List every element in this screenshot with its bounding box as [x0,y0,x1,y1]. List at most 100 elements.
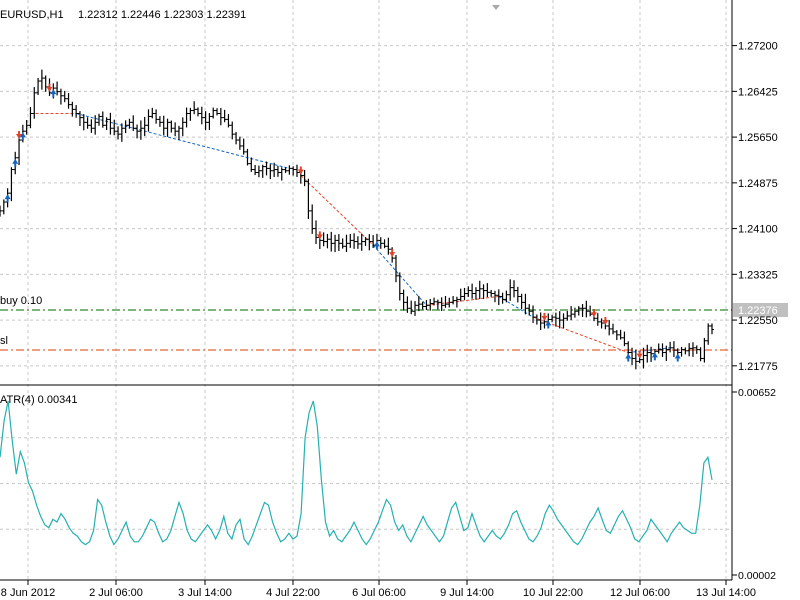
sell-arrow-icon[interactable] [389,252,396,258]
buy-arrow-icon[interactable] [651,352,658,358]
price-bar [211,107,216,119]
atr-line [0,400,713,546]
price-bar [325,233,330,249]
price-bar [253,164,258,176]
price-bar [473,287,478,300]
price-bar [489,289,494,297]
sell-arrow-icon [48,83,51,87]
price-bar [66,93,71,109]
price-tick-label: 1.22550 [738,315,778,327]
price-bar [519,293,524,310]
price-bar [584,300,589,318]
buy-arrow-icon[interactable] [4,194,11,200]
atr-title: ATR(4) 0.00341 [0,394,77,406]
price-bar [462,287,467,301]
price-bar [104,117,109,130]
price-bar [176,125,181,140]
price-bar [146,109,151,132]
buy-arrow-icon[interactable] [12,158,19,164]
sell-arrow-icon [604,316,607,320]
price-bar [85,117,90,129]
price-bar [348,233,353,248]
price-bar [363,237,368,246]
price-tick-label: 1.24100 [738,224,778,236]
time-tick-label: 12 Jul 06:00 [610,587,670,599]
price-tick-label: 1.25650 [738,132,778,144]
buy-arrow-icon [21,137,24,141]
price-bar [477,280,482,300]
price-tick-label: 1.23325 [738,269,778,281]
price-bar [706,323,711,345]
atr-tick-label: 0.00002 [738,570,776,582]
sell-arrow-icon [391,249,394,253]
price-bar [264,161,269,176]
price-bar [523,293,528,315]
price-bar [93,115,98,135]
price-bar [439,297,444,312]
price-bar [485,283,490,298]
buy-arrow-icon[interactable] [545,320,552,326]
price-bar [28,106,33,129]
price-bar [43,75,48,92]
price-bar [409,300,414,315]
chart[interactable]: buy 0.10sl1.22376 EURUSD,H1 1.22312 1.22… [0,0,800,600]
price-bar [588,305,593,317]
buy-arrow-icon [627,358,630,362]
price-bar [576,306,581,316]
price-bar [222,109,227,123]
sell-arrow-icon [299,166,302,170]
price-tick-label: 1.21775 [738,361,778,373]
trade-lines [30,112,671,354]
sell-arrow-icon[interactable] [297,169,304,175]
price-tick-label: 1.27200 [738,41,778,53]
price-bar [512,280,517,298]
price-bar [0,205,2,217]
time-tick-label: 8 Jun 2012 [1,587,55,599]
buy-arrow-icon[interactable] [625,353,632,359]
price-bar [39,69,44,90]
price-bar [340,238,345,249]
atr-axis: 0.00652 0.00002 [732,387,776,582]
shift-marker-icon[interactable] [492,5,500,10]
price-bar [36,78,41,95]
price-bar [89,119,94,133]
sell-arrow-icon [18,131,21,135]
price-bar [302,169,307,187]
sell-arrow-icon[interactable] [316,234,323,240]
price-bar [607,320,612,336]
time-axis: 8 Jun 2012 2 Jul 06:00 3 Jul 14:00 4 Jul 22… [1,580,756,599]
buy-arrow-icon [547,325,550,329]
buy-arrow-icon[interactable] [674,353,681,359]
atr-tick-label: 0.00652 [738,387,776,399]
atr-series-line [0,400,713,546]
price-bar [188,107,193,121]
price-bar [9,167,14,202]
price-bar [310,204,315,234]
sell-arrow-icon[interactable] [636,353,643,359]
price-bar [268,164,273,180]
time-tick-label: 9 Jul 14:00 [440,587,494,599]
price-bar [683,347,688,355]
sell-arrow-icon[interactable] [46,86,53,92]
buy-arrow-icon [52,94,55,98]
price-bar [207,113,212,130]
price-bar [279,167,284,181]
price-bar [77,111,82,126]
order-levels: buy 0.10sl1.22376 [0,295,788,351]
price-bar [401,289,406,311]
price-bar [291,166,296,176]
sell-arrow-icon [592,309,595,313]
buy-arrow-icon [14,163,17,167]
price-bar [249,157,254,172]
ohlc-label: 1.22312 1.22446 1.22303 1.22391 [78,9,246,21]
buy-arrow-icon [676,358,679,362]
price-bar [165,118,170,137]
time-tick-label: 4 Jul 22:00 [266,587,320,599]
price-bar [352,233,357,249]
price-bar [443,295,448,308]
sell-arrow-icon[interactable] [590,312,597,318]
sell-arrow-icon[interactable] [602,319,609,325]
price-tick-label: 1.24875 [738,178,778,190]
price-bar [344,234,349,252]
price-bar [180,117,185,137]
